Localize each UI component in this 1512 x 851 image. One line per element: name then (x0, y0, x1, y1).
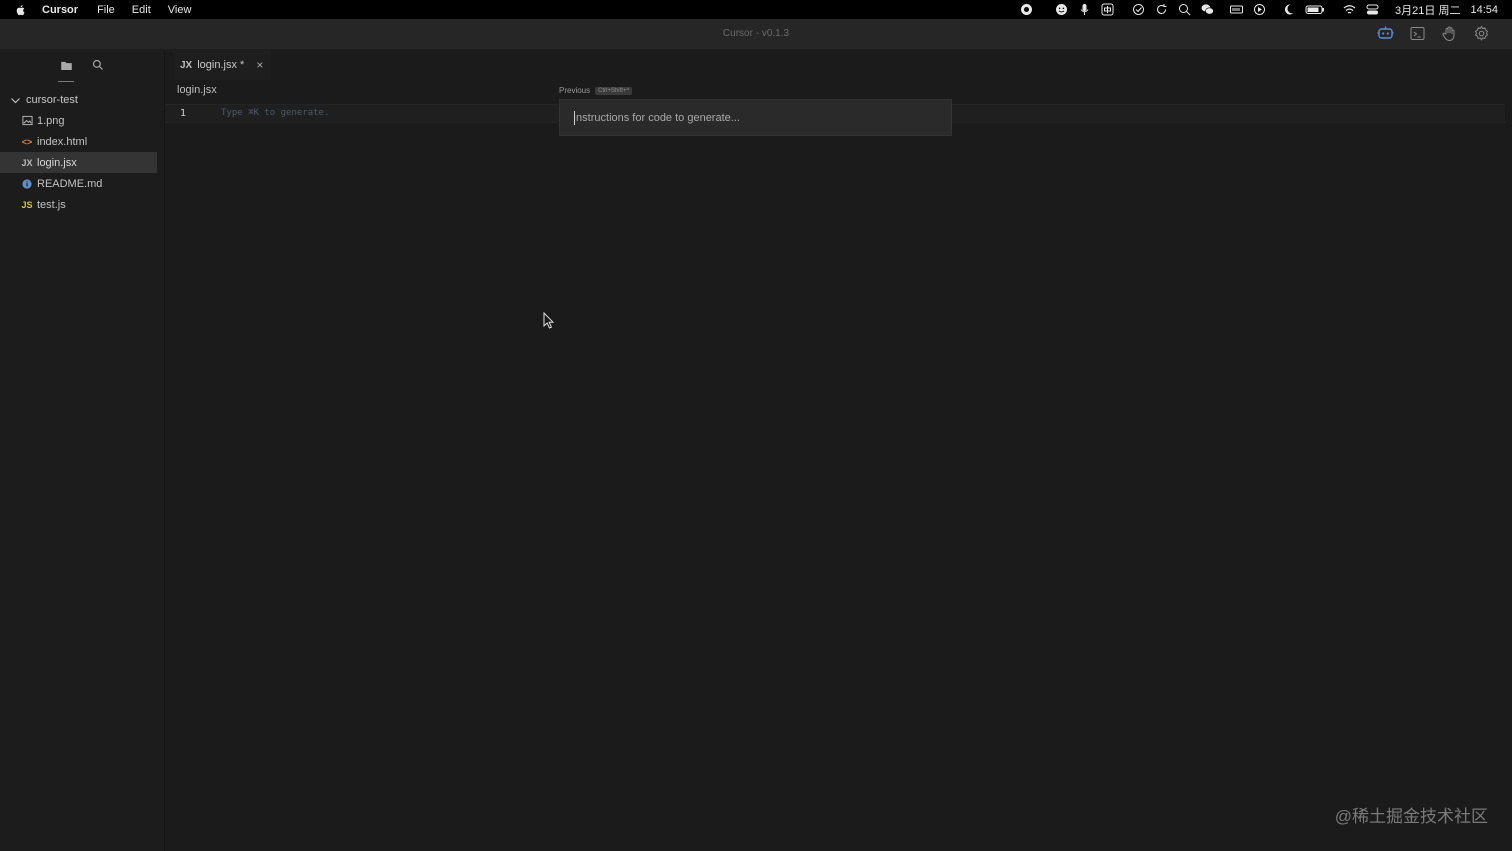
battery-icon (1305, 3, 1325, 16)
ai-chat-icon[interactable] (1377, 25, 1394, 42)
file-item-1-png[interactable]: 1.png (0, 110, 157, 131)
window-title-bar: Cursor - v0.1.3 (0, 19, 1512, 50)
ghost-hint-text: Type ⌘K to generate. (221, 108, 330, 118)
file-tree: cursor-test 1.png <> index.html JX login… (0, 90, 164, 215)
apple-icon[interactable] (14, 3, 28, 17)
sync-icon[interactable] (1155, 3, 1168, 16)
mac-menu-bar: Cursor File Edit View 3月21日 周二 14:54 (0, 0, 1512, 19)
keyboard-icon[interactable] (1230, 3, 1244, 16)
magnifier-icon[interactable] (1178, 3, 1191, 16)
record-icon[interactable] (1020, 3, 1033, 16)
editor-tab-bar: JX login.jsx * × (165, 50, 1512, 80)
tab-login-jsx[interactable]: JX login.jsx * × (173, 50, 271, 80)
watermark-text: @稀土掘金技术社区 (1334, 807, 1488, 826)
image-file-icon (21, 115, 33, 126)
file-item-index-html[interactable]: <> index.html (0, 131, 157, 152)
file-item-label: test.js (37, 198, 66, 211)
file-item-label: 1.png (37, 114, 65, 127)
line-number: 1 (180, 108, 187, 119)
folder-root[interactable]: cursor-test (0, 90, 164, 110)
previous-label: Previous (559, 86, 591, 95)
file-item-login-jsx[interactable]: JX login.jsx (0, 152, 157, 173)
menubar-date[interactable]: 3月21日 周二 (1395, 2, 1460, 18)
active-view-indicator (58, 81, 74, 82)
generate-prompt-box (559, 99, 952, 136)
files-folder-icon[interactable] (58, 57, 74, 73)
check-circle-icon[interactable] (1132, 3, 1145, 16)
file-item-test-js[interactable]: JS test.js (0, 194, 157, 215)
wechat-icon[interactable] (1201, 3, 1214, 16)
file-item-label: login.jsx (37, 156, 77, 169)
play-icon[interactable] (1253, 3, 1266, 16)
folder-root-label: cursor-test (26, 94, 78, 106)
menu-edit[interactable]: Edit (132, 4, 151, 16)
text-caret (574, 111, 575, 125)
menu-view[interactable]: View (168, 4, 192, 16)
breadcrumb[interactable]: login.jsx (177, 84, 217, 96)
html-file-icon: <> (21, 136, 33, 147)
menubar-time[interactable]: 14:54 (1470, 4, 1498, 16)
hand-wave-icon[interactable] (1441, 25, 1458, 42)
info-file-icon (21, 178, 33, 189)
chevron-down-icon[interactable] (10, 95, 21, 106)
smiley-icon[interactable] (1055, 3, 1068, 16)
jsx-file-icon: JX (21, 157, 33, 168)
file-item-label: index.html (37, 135, 88, 148)
input-method-icon[interactable] (1101, 3, 1114, 16)
mouse-pointer-icon (543, 312, 555, 329)
window-title: Cursor - v0.1.3 (722, 28, 790, 39)
wifi-icon[interactable] (1343, 3, 1356, 16)
search-icon[interactable] (90, 57, 106, 73)
control-center-icon[interactable] (1366, 3, 1379, 16)
terminal-icon[interactable] (1409, 25, 1426, 42)
generate-previous[interactable]: Previous Ctrl+Shift+^ (559, 86, 633, 95)
shortcut-badge: Ctrl+Shift+^ (595, 86, 633, 95)
settings-gear-icon[interactable] (1473, 25, 1490, 42)
jsx-file-icon: JX (180, 59, 193, 71)
js-file-icon: JS (21, 199, 33, 210)
moon-icon[interactable] (1282, 3, 1295, 16)
generate-instructions-input[interactable] (573, 110, 933, 126)
file-explorer-sidebar: cursor-test 1.png <> index.html JX login… (0, 50, 165, 851)
menu-file[interactable]: File (97, 4, 115, 16)
file-item-label: README.md (37, 177, 103, 190)
status-tray: 3月21日 周二 14:54 (1020, 0, 1498, 19)
menu-app-name[interactable]: Cursor (42, 4, 78, 16)
file-item-readme-md[interactable]: README.md (0, 173, 157, 194)
tab-label: login.jsx * (197, 59, 245, 71)
close-icon[interactable]: × (256, 58, 263, 72)
microphone-icon[interactable] (1078, 3, 1091, 16)
